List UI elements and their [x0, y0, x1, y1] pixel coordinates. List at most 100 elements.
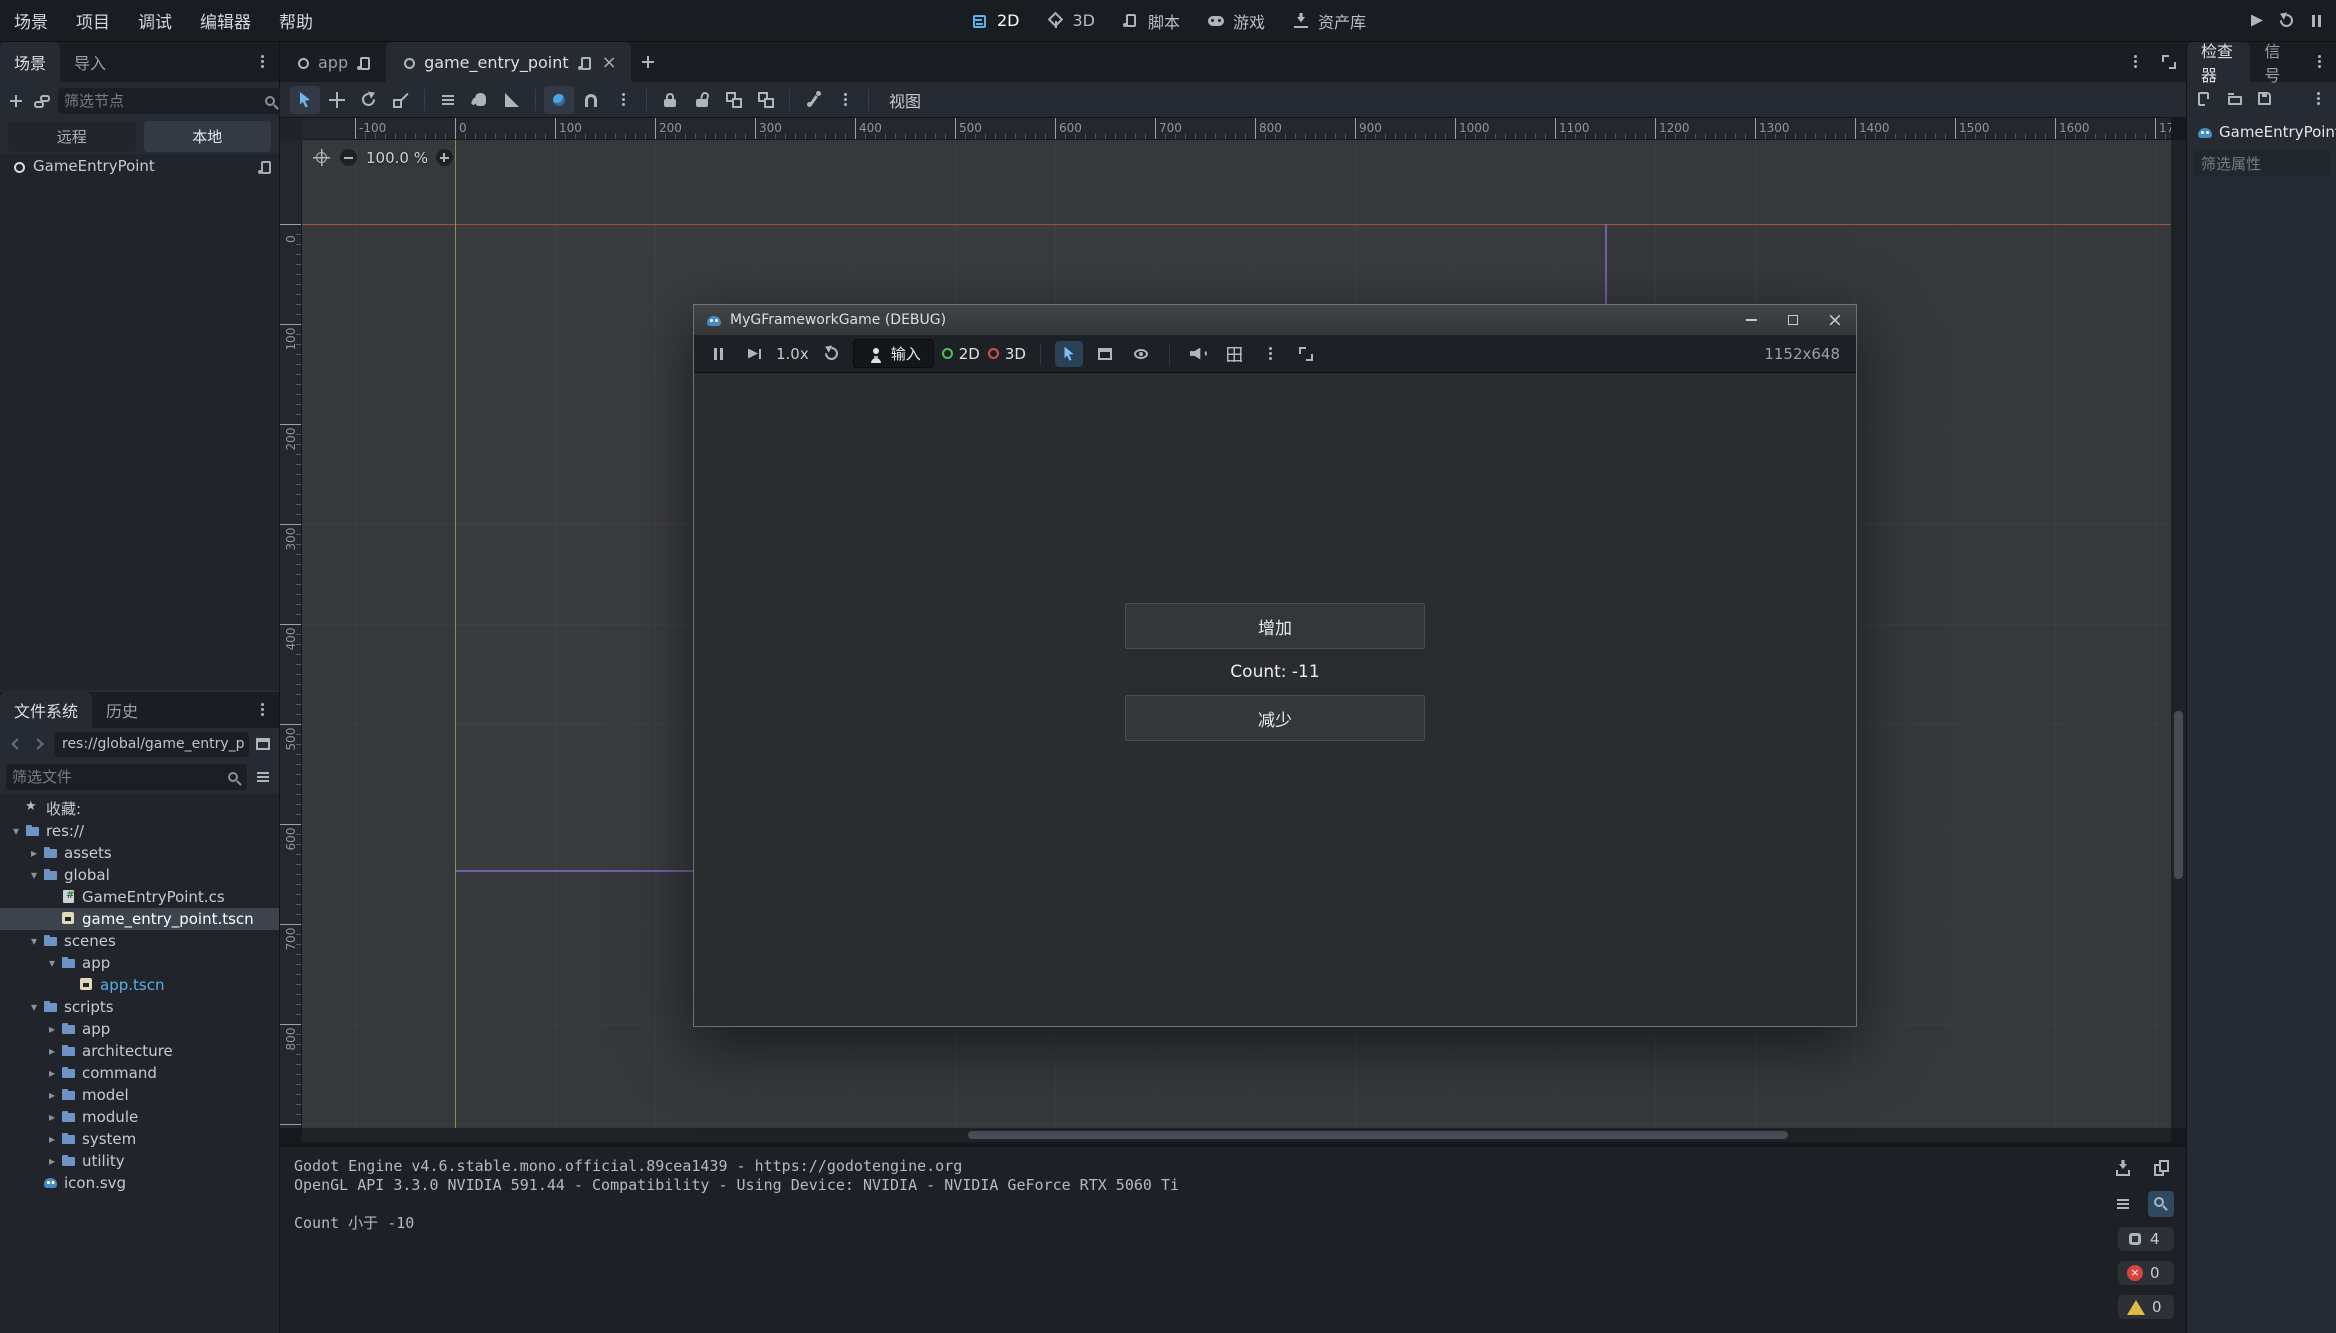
ungroup-button[interactable]	[751, 86, 781, 114]
file-tree-item[interactable]: scripts	[0, 996, 279, 1018]
menu-item[interactable]: 调试	[124, 2, 186, 39]
script-icon[interactable]	[576, 54, 593, 71]
maximize-button[interactable]	[1772, 305, 1814, 335]
copy-log-button[interactable]	[2148, 1155, 2174, 1181]
file-tree-item[interactable]: res://	[0, 820, 279, 842]
increase-button[interactable]: 增加	[1125, 603, 1425, 649]
back-icon[interactable]	[6, 734, 26, 754]
file-tree-item[interactable]: module	[0, 1106, 279, 1128]
workspace-assetlib-button[interactable]: 资产库	[1281, 4, 1376, 38]
grid-snap-button[interactable]	[576, 86, 606, 114]
inspector-dock-tab[interactable]: 信号	[2250, 42, 2302, 82]
smart-snap-button[interactable]	[544, 86, 574, 114]
workspace-3d-button[interactable]: 3D	[1035, 6, 1105, 36]
new-resource-icon[interactable]	[2195, 89, 2215, 109]
scene-filter-input[interactable]	[64, 92, 258, 110]
inspector-menu-icon[interactable]	[2308, 89, 2328, 109]
next-frame-button[interactable]	[740, 341, 768, 367]
lock-button[interactable]	[655, 86, 685, 114]
scrollbar-thumb[interactable]	[2174, 711, 2183, 879]
sort-icon[interactable]	[253, 767, 273, 787]
menu-item[interactable]: 场景	[0, 2, 62, 39]
center-view-icon[interactable]	[312, 148, 332, 168]
3d-mode-button[interactable]: 3D	[988, 345, 1026, 363]
zoom-out-button[interactable]	[339, 148, 359, 168]
skeleton-options-button[interactable]	[830, 86, 860, 114]
scale-tool-button[interactable]	[386, 86, 416, 114]
file-tree-item[interactable]: assets	[0, 842, 279, 864]
menu-item[interactable]: 项目	[62, 2, 124, 39]
play-icon[interactable]	[2246, 11, 2266, 31]
file-tree-item[interactable]: icon.svg	[0, 1172, 279, 1194]
2d-mode-button[interactable]: 2D	[942, 345, 980, 363]
expand-arrow[interactable]	[44, 1044, 60, 1058]
script-icon[interactable]	[355, 54, 372, 71]
new-scene-tab-button[interactable]	[631, 42, 665, 82]
horizontal-scrollbar[interactable]	[302, 1128, 2171, 1142]
input-mode-button[interactable]: 输入	[853, 339, 934, 368]
time-scale-label[interactable]: 1.0x	[776, 345, 809, 363]
zoom-in-button[interactable]	[435, 148, 455, 168]
decrease-button[interactable]: 减少	[1125, 695, 1425, 741]
close-icon[interactable]: ×	[602, 52, 617, 73]
debug-draw-button[interactable]	[1220, 341, 1248, 367]
view-menu-button[interactable]: 视图	[877, 84, 933, 116]
forward-icon[interactable]	[30, 734, 50, 754]
reset-time-scale-button[interactable]	[817, 341, 845, 367]
workspace-game-button[interactable]: 游戏	[1196, 4, 1275, 38]
add-node-icon[interactable]	[6, 91, 26, 111]
file-tree-item[interactable]: app.tscn	[0, 974, 279, 996]
group-button[interactable]	[719, 86, 749, 114]
file-tree-item[interactable]: app	[0, 1018, 279, 1040]
expand-arrow[interactable]	[8, 824, 24, 838]
select-tool-button[interactable]	[290, 86, 320, 114]
path-field[interactable]: res://global/game_entry_p	[54, 732, 249, 757]
warnings-badge[interactable]: 0	[2118, 1295, 2174, 1319]
file-tree-item[interactable]: command	[0, 1062, 279, 1084]
file-tree-item[interactable]: 收藏:	[0, 798, 279, 820]
expand-arrow[interactable]	[26, 868, 42, 882]
scrollbar-thumb[interactable]	[968, 1131, 1788, 1139]
workspace-script-button[interactable]: 脚本	[1111, 4, 1190, 38]
close-button[interactable]: ×	[1814, 305, 1856, 335]
file-tree-item[interactable]: global	[0, 864, 279, 886]
list-select-button[interactable]	[433, 86, 463, 114]
file-tree-item[interactable]: app	[0, 952, 279, 974]
filesystem-dock-tab[interactable]: 文件系统	[0, 692, 92, 728]
menu-item[interactable]: 帮助	[265, 2, 327, 39]
file-tree-item[interactable]: system	[0, 1128, 279, 1150]
restart-icon[interactable]	[2276, 11, 2296, 31]
skeleton-button[interactable]	[798, 86, 828, 114]
file-filter-input[interactable]	[12, 768, 221, 786]
debugger-badge[interactable]: 4	[2118, 1227, 2174, 1251]
file-tree-item[interactable]: GameEntryPoint.cs	[0, 886, 279, 908]
inspector-dock-tab[interactable]: 检查器	[2187, 42, 2250, 82]
minimize-button[interactable]	[1730, 305, 1772, 335]
pan-tool-button[interactable]	[465, 86, 495, 114]
load-resource-icon[interactable]	[2225, 89, 2245, 109]
expand-arrow[interactable]	[44, 1022, 60, 1036]
expand-arrow[interactable]	[26, 934, 42, 948]
move-tool-button[interactable]	[322, 86, 352, 114]
rotate-tool-button[interactable]	[354, 86, 384, 114]
expand-arrow[interactable]	[44, 1066, 60, 1080]
workspace-2d-button[interactable]: 2D	[960, 6, 1030, 36]
scene-tabs-menu[interactable]	[2118, 42, 2152, 82]
log-filter-button[interactable]	[2110, 1191, 2136, 1217]
tab-app[interactable]: app	[280, 42, 386, 82]
property-filter[interactable]: 筛选属性	[2193, 150, 2330, 176]
expand-arrow[interactable]	[26, 846, 42, 860]
mute-audio-button[interactable]	[1184, 341, 1212, 367]
dock-tab-menu[interactable]	[245, 42, 279, 82]
pause-icon[interactable]	[2306, 11, 2326, 31]
dock-tab[interactable]: 导入	[60, 42, 120, 82]
remote-button[interactable]: 远程	[8, 121, 136, 152]
unlock-button[interactable]	[687, 86, 717, 114]
local-button[interactable]: 本地	[144, 121, 272, 152]
file-filter[interactable]	[6, 764, 247, 790]
menu-item[interactable]: 编辑器	[186, 2, 265, 39]
split-dock-icon[interactable]	[253, 734, 273, 754]
attached-script-icon[interactable]	[256, 158, 273, 175]
errors-badge[interactable]: × 0	[2118, 1261, 2174, 1285]
scene-tree-node-gameentrypoint[interactable]: GameEntryPoint	[0, 154, 279, 178]
